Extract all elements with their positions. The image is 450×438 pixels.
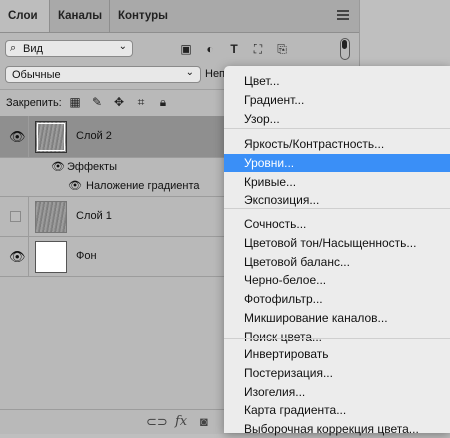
menu-item[interactable]: Инвертировать	[224, 345, 450, 363]
menu-item[interactable]: Уровни...	[224, 153, 450, 172]
tab-layers[interactable]: Слои	[0, 0, 50, 32]
lock-position-icon[interactable]: ✥	[112, 95, 126, 109]
effects-label: Эффекты	[67, 161, 118, 173]
tab-paths[interactable]: Контуры	[110, 0, 180, 32]
layer-thumbnail	[35, 201, 67, 233]
menu-separator	[224, 128, 450, 129]
menu-item[interactable]: Экспозиция...	[224, 191, 450, 209]
layer-name[interactable]: Фон	[76, 250, 97, 262]
menu-item[interactable]: Постеризация...	[224, 364, 450, 382]
type-filter-icon[interactable]: T	[226, 41, 242, 57]
eye-icon[interactable]: 👁︎	[9, 130, 26, 144]
adjustment-filter-icon[interactable]: ◐	[202, 41, 218, 57]
eye-icon[interactable]: 👁︎	[68, 177, 82, 196]
lock-brush-icon[interactable]: ✎	[90, 95, 104, 109]
layer-thumbnail	[35, 241, 67, 273]
mask-icon[interactable]: ◙	[200, 414, 208, 429]
image-filter-icon[interactable]: ▣	[178, 41, 194, 57]
visibility-toggle[interactable]	[10, 211, 21, 222]
menu-item[interactable]: Выборочная коррекция цвета...	[224, 420, 450, 438]
menu-item[interactable]: Цветовой баланс...	[224, 253, 450, 271]
chevron-down-icon: ⌄	[118, 41, 127, 52]
opacity-label: Неп	[205, 68, 226, 80]
fx-icon[interactable]: fx	[175, 414, 187, 429]
menu-item[interactable]: Узор...	[224, 110, 450, 128]
menu-item[interactable]: Микширование каналов...	[224, 309, 450, 327]
menu-separator	[224, 338, 450, 339]
menu-item[interactable]: Поиск цвета...	[224, 328, 450, 346]
menu-item[interactable]: Цветовой тон/Насыщенность...	[224, 234, 450, 252]
lock-transparent-icon[interactable]: ▦	[68, 95, 82, 109]
lock-artboard-icon[interactable]: ⌗	[134, 95, 148, 109]
blend-mode-value: Обычные	[12, 69, 61, 81]
menu-item[interactable]: Кривые...	[224, 173, 450, 191]
eye-icon[interactable]: 👁︎	[51, 158, 65, 177]
lock-label: Закрепить:	[6, 97, 62, 109]
adjustment-menu: Цвет... Градиент... Узор... Яркость/Контрас…	[224, 66, 450, 436]
effect-gradient-overlay: Наложение градиента	[86, 180, 200, 192]
filter-row: ⌕ Вид ⌄ ▣ ◐ T ⛶ ⎘	[0, 33, 359, 61]
menu-item[interactable]: Цвет...	[224, 72, 450, 90]
kind-filter-label: Вид	[23, 43, 43, 55]
menu-item[interactable]: Изогелия...	[224, 383, 450, 401]
smart-object-filter-icon[interactable]: ⎘	[274, 41, 290, 57]
menu-item[interactable]: Черно-белое...	[224, 271, 450, 289]
menu-item[interactable]: Карта градиента...	[224, 401, 450, 419]
link-icon[interactable]: ⊂⊃	[146, 414, 168, 430]
panel-menu-icon[interactable]	[337, 10, 349, 22]
panel-tabs: Слои Каналы Контуры	[0, 0, 359, 33]
layer-name[interactable]: Слой 2	[76, 130, 112, 142]
tab-channels[interactable]: Каналы	[50, 0, 110, 32]
filter-toggle[interactable]	[340, 38, 350, 60]
lock-all-icon[interactable]: 🔒︎	[156, 95, 170, 109]
search-icon: ⌕	[10, 42, 17, 54]
menu-item[interactable]: Фотофильтр...	[224, 290, 450, 308]
menu-item[interactable]: Градиент...	[224, 91, 450, 109]
layer-name[interactable]: Слой 1	[76, 210, 112, 222]
shape-filter-icon[interactable]: ⛶	[250, 41, 266, 57]
menu-item[interactable]: Сочность...	[224, 215, 450, 233]
layer-thumbnail	[35, 121, 67, 153]
kind-filter-dropdown[interactable]: ⌕ Вид ⌄	[5, 40, 133, 57]
menu-separator	[224, 208, 450, 209]
blend-mode-dropdown[interactable]: Обычные ⌄	[5, 66, 201, 83]
menu-item[interactable]: Яркость/Контрастность...	[224, 135, 450, 153]
eye-icon[interactable]: 👁︎	[9, 250, 26, 264]
chevron-down-icon: ⌄	[185, 67, 194, 78]
